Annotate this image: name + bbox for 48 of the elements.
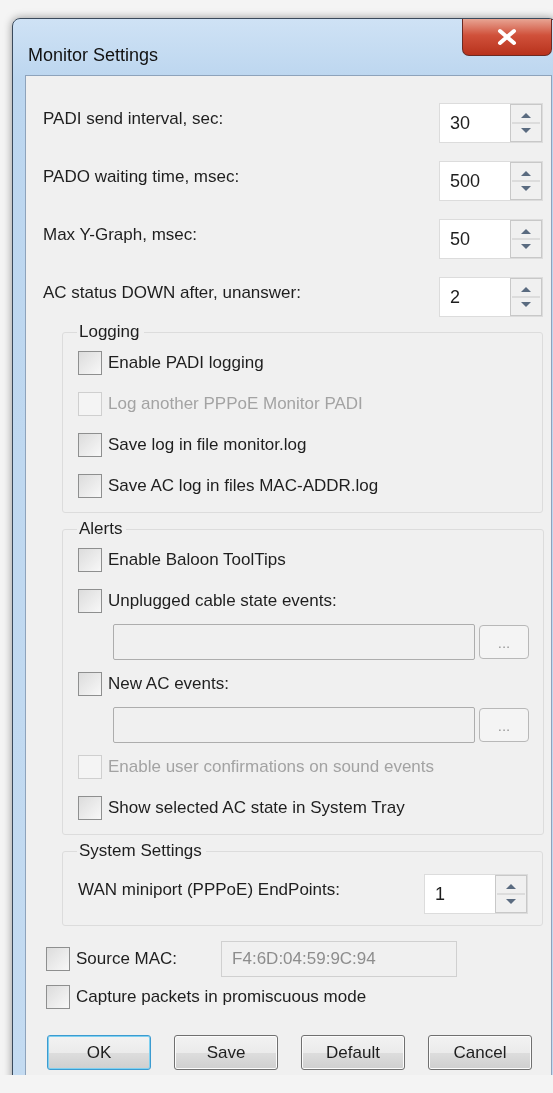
checkbox-label[interactable]: New AC events: [108,673,229,694]
file-path-field[interactable] [113,707,475,743]
field-label: PADI send interval, sec: [43,109,224,129]
checkbox-label[interactable]: Enable PADI logging [108,352,264,373]
file-path-field[interactable] [113,624,475,660]
spinner-value: 2 [449,285,461,309]
checkbox[interactable] [78,473,102,498]
dialog-button[interactable]: Save [174,1035,278,1070]
number-spinner[interactable]: 1 [424,874,528,914]
number-spinner[interactable]: 30 [439,103,543,143]
checkbox[interactable] [78,432,102,457]
group-title: Alerts [78,519,124,539]
window-title: Monitor Settings [28,45,159,66]
close-button[interactable] [462,19,552,56]
dialog-button[interactable]: OK [47,1035,151,1070]
close-icon [496,28,518,46]
checkbox-label[interactable]: Enable Baloon ToolTips [108,549,286,570]
checkbox[interactable] [46,984,70,1009]
group-title: Logging [78,322,141,342]
group-title: System Settings [78,841,203,861]
checkbox-label[interactable]: Unplugged cable state events: [108,590,337,611]
spinner-arrows-icon[interactable] [510,220,542,258]
spinner-value: 30 [449,111,472,135]
spinner-arrows-icon[interactable] [510,162,542,200]
checkbox-label[interactable]: Save AC log in files MAC-ADDR.log [108,475,379,496]
checkbox[interactable] [78,671,102,696]
field-label: AC status DOWN after, unanswer: [43,283,301,303]
checkbox-label[interactable]: Save log in file monitor.log [108,434,307,455]
spinner-arrows-icon[interactable] [510,104,542,142]
spinner-value: 50 [449,227,472,251]
dialog-button[interactable]: Cancel [428,1035,532,1070]
checkbox[interactable] [78,588,102,613]
spinner-arrows-icon[interactable] [510,278,542,316]
number-spinner[interactable]: 50 [439,219,543,259]
number-spinner[interactable]: 2 [439,277,543,317]
checkbox[interactable] [78,795,102,820]
checkbox-label[interactable]: Capture packets in promiscuous mode [76,986,367,1007]
dialog-button[interactable]: Default [301,1035,405,1070]
field-label: WAN miniport (PPPoE) EndPoints: [78,880,340,900]
spinner-value: 1 [434,882,446,906]
checkbox[interactable] [78,547,102,572]
field-label: Max Y-Graph, msec: [43,225,197,245]
field-label: PADO waiting time, msec: [43,167,240,187]
checkbox[interactable] [78,350,102,375]
checkbox-label[interactable]: Show selected AC state in System Tray [108,797,405,818]
number-spinner[interactable]: 500 [439,161,543,201]
spinner-value: 500 [449,169,482,193]
spinner-arrows-icon[interactable] [495,875,527,913]
